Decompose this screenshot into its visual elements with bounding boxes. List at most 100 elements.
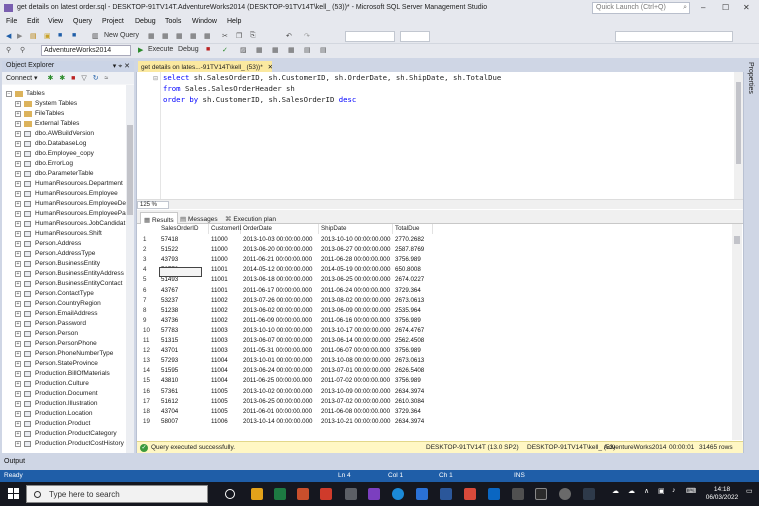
debug-button[interactable]: Debug — [178, 46, 199, 53]
row-number[interactable]: 14 — [137, 366, 150, 376]
minimize-button[interactable]: – — [701, 3, 705, 12]
row-number[interactable]: 3 — [137, 255, 146, 265]
connect-chevron-icon[interactable]: ▾ — [34, 75, 38, 82]
tree-node[interactable]: + Person.ContactType — [2, 289, 126, 299]
expand-icon[interactable]: + — [15, 181, 21, 187]
row-number[interactable]: 16 — [137, 387, 150, 397]
sql-editor[interactable]: ⊟ select sh.SalesOrderID, sh.CustomerID,… — [137, 72, 743, 199]
column-header[interactable]: TotalDue — [393, 224, 433, 234]
grid-cell[interactable]: 2673.0613 — [393, 356, 424, 366]
grid-cell[interactable]: 2011-07-02 00:00:00.000 — [319, 376, 390, 386]
undo-icon[interactable]: ↶ — [286, 32, 292, 40]
tree-node[interactable]: + Person.EmailAddress — [2, 309, 126, 319]
solution-config-dropdown[interactable] — [345, 31, 395, 42]
grid-cell[interactable]: 2013-10-09 00:00:00.000 — [319, 387, 391, 397]
editor-scroll-thumb[interactable] — [736, 82, 741, 164]
grid-cell[interactable]: 11003 — [209, 336, 228, 346]
tree-node[interactable]: + HumanResources.EmployeePa — [2, 209, 126, 219]
tab-close-icon[interactable]: ✕ — [268, 64, 272, 71]
expand-icon[interactable]: + — [15, 191, 21, 197]
expand-icon[interactable]: + — [15, 291, 21, 297]
disconnect-icon[interactable]: ⚲ — [20, 46, 25, 54]
expand-icon[interactable]: + — [15, 221, 21, 227]
grid-cell[interactable]: 2770.2682 — [393, 235, 424, 245]
cut-icon[interactable]: ✂ — [222, 32, 228, 40]
connect-object-icon[interactable]: ✱ — [48, 75, 54, 82]
grid-cell[interactable]: 2011-06-28 00:00:00.000 — [319, 255, 390, 265]
network-icon[interactable]: ▣ — [658, 487, 665, 495]
grid-cell[interactable]: 57783 — [159, 326, 178, 336]
scrollbar-thumb[interactable] — [127, 125, 133, 215]
column-header[interactable]: ShipDate — [319, 224, 393, 234]
menu-debug[interactable]: Debug — [135, 18, 156, 25]
grid-cell[interactable]: 51595 — [159, 366, 178, 376]
tree-node[interactable]: + dbo.Employee_copy — [2, 149, 126, 159]
tree-node[interactable]: + Person.CountryRegion — [2, 299, 126, 309]
grid-cell[interactable]: 2011-06-24 00:00:00.000 — [319, 286, 390, 296]
pin-close-icons[interactable]: ▾ ⌖ ✕ — [113, 62, 130, 71]
grid-cell[interactable]: 2673.0613 — [393, 296, 424, 306]
grid-cell[interactable]: 57293 — [159, 356, 178, 366]
expand-icon[interactable]: + — [15, 201, 21, 207]
cloud-icon[interactable]: ☁ — [628, 487, 635, 495]
tree-node[interactable]: + Production.ProductCostHistory — [2, 439, 126, 449]
expand-icon[interactable]: + — [15, 241, 21, 247]
editor-scrollbar[interactable] — [734, 72, 743, 199]
grid-cell[interactable]: 11002 — [209, 306, 228, 316]
grid-cell[interactable]: 2013-06-14 00:00:00.000 — [319, 336, 391, 346]
row-number[interactable]: 13 — [137, 356, 150, 366]
tree-node[interactable]: + FileTables — [2, 109, 126, 119]
tree-node[interactable]: − Tables — [2, 89, 126, 99]
tree-node[interactable]: + HumanResources.JobCandidat — [2, 219, 126, 229]
execute-button[interactable]: Execute — [148, 46, 173, 53]
expand-icon[interactable]: + — [15, 211, 21, 217]
grid-cell[interactable]: 2013-10-01 00:00:00.000 — [241, 356, 313, 366]
expand-icon[interactable]: + — [15, 251, 21, 257]
tree-node[interactable]: + HumanResources.Employee — [2, 189, 126, 199]
tree-node[interactable]: + Production.Product — [2, 419, 126, 429]
grid-cell[interactable]: 2013-07-26 00:00:00.000 — [241, 296, 313, 306]
grid-cell[interactable]: 43767 — [159, 286, 178, 296]
tree-node[interactable]: + Production.Illustration — [2, 399, 126, 409]
filter-icon[interactable]: ▽ — [81, 75, 86, 82]
expand-icon[interactable]: + — [15, 111, 21, 117]
volume-icon[interactable]: ♪ — [672, 487, 676, 494]
grid-cell[interactable]: 2011-06-08 00:00:00.000 — [319, 407, 390, 417]
grid-cell[interactable]: 2011-06-09 00:00:00.000 — [241, 316, 312, 326]
expand-icon[interactable]: + — [15, 121, 21, 127]
grid-cell[interactable]: 650.8008 — [393, 265, 421, 275]
grid-cell[interactable]: 57361 — [159, 387, 178, 397]
row-number[interactable]: 19 — [137, 417, 150, 427]
grid-cell[interactable]: 11000 — [209, 245, 228, 255]
app-icon-4[interactable] — [583, 488, 595, 500]
row-number[interactable]: 10 — [137, 326, 150, 336]
expand-icon[interactable]: + — [15, 231, 21, 237]
selected-cell[interactable] — [159, 267, 202, 277]
word-icon[interactable] — [440, 488, 452, 500]
tree-node[interactable]: + Production.Document — [2, 389, 126, 399]
tree-node[interactable]: + Person.PhoneNumberType — [2, 349, 126, 359]
ssms-taskbar-icon[interactable] — [345, 488, 357, 500]
expand-icon[interactable]: + — [15, 371, 21, 377]
grid-cell[interactable]: 2013-06-20 00:00:00.000 — [241, 245, 313, 255]
grid-cell[interactable]: 2013-10-02 00:00:00.000 — [241, 387, 313, 397]
uncomment-icon[interactable]: ▤ — [320, 46, 327, 54]
row-number[interactable]: 18 — [137, 407, 150, 417]
grid-cell[interactable]: 2013-06-27 00:00:00.000 — [319, 245, 391, 255]
comment-icon[interactable]: ▤ — [304, 46, 311, 54]
find-dropdown[interactable] — [615, 31, 733, 42]
row-number[interactable]: 1 — [137, 235, 146, 245]
expand-icon[interactable]: + — [15, 281, 21, 287]
new-item-icon[interactable]: ▤ — [30, 32, 37, 40]
grid-cell[interactable]: 2011-06-17 00:00:00.000 — [241, 286, 312, 296]
grid-cell[interactable]: 51315 — [159, 336, 178, 346]
grid-cell[interactable]: 3729.364 — [393, 286, 421, 296]
tree-node[interactable]: + dbo.DatabaseLog — [2, 139, 126, 149]
tray-chevron-icon[interactable]: ∧ — [644, 487, 649, 495]
grid-cell[interactable]: 3756.989 — [393, 346, 421, 356]
tree-node[interactable]: + HumanResources.EmployeeDe — [2, 199, 126, 209]
grid-cell[interactable]: 58007 — [159, 417, 178, 427]
grid-cell[interactable]: 51522 — [159, 245, 178, 255]
grid-cell[interactable]: 2011-06-16 00:00:00.000 — [319, 316, 390, 326]
row-number[interactable]: 15 — [137, 376, 150, 386]
